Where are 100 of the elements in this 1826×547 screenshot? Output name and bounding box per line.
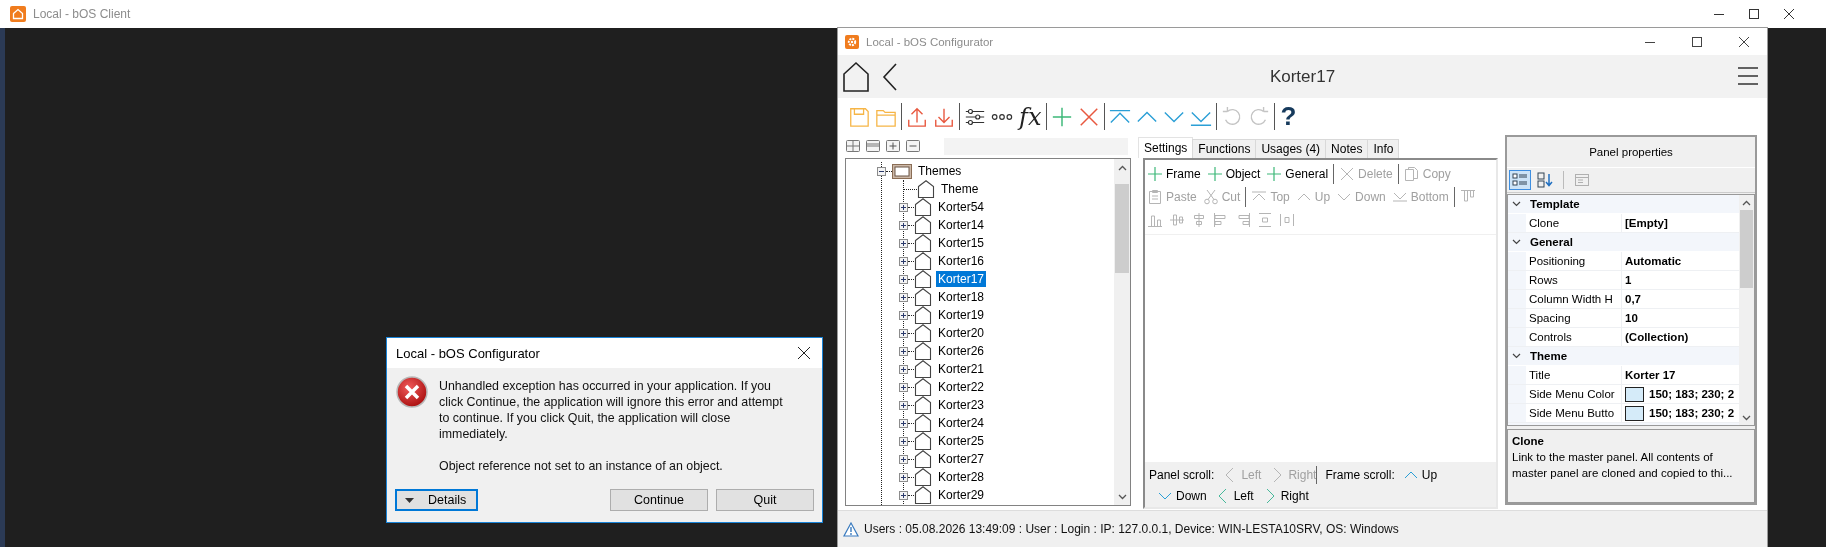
collapse-all-button[interactable] (866, 139, 880, 153)
expand-toggle[interactable] (899, 400, 908, 410)
expand-toggle[interactable] (899, 256, 908, 266)
tree-item[interactable]: Korter14 (936, 217, 987, 233)
expand-toggle[interactable] (899, 292, 908, 302)
tree-item[interactable]: Korter23 (936, 397, 987, 413)
description-title: Clone (1512, 434, 1545, 449)
expand-toggle[interactable] (877, 166, 886, 176)
house-icon (914, 198, 932, 216)
tree-item[interactable]: Korter22 (936, 379, 987, 395)
add-button[interactable]: Frame (1147, 165, 1201, 182)
expand-toggle[interactable] (899, 346, 908, 356)
tree-item[interactable]: Korter18 (936, 289, 987, 305)
expand-toggle[interactable] (899, 454, 908, 464)
expand-all-button[interactable] (846, 139, 860, 153)
property-name: Controls (1526, 328, 1622, 346)
scrollbar-thumb[interactable] (1115, 184, 1129, 273)
plus-icon (899, 490, 908, 500)
scroll-down-icon (1117, 493, 1127, 500)
house-icon (917, 180, 935, 198)
add-button[interactable]: Object (1206, 165, 1261, 182)
plus-icon (1206, 165, 1223, 182)
maximize-icon (1748, 9, 1759, 19)
house-icon (914, 414, 932, 432)
scissors-icon (1202, 188, 1219, 205)
expand-toggle[interactable] (899, 310, 908, 320)
tree-item[interactable]: Korter25 (936, 433, 987, 449)
tree-item[interactable]: Korter20 (936, 325, 987, 341)
tree-item[interactable]: Korter27 (936, 451, 987, 467)
expand-button[interactable] (886, 139, 900, 153)
alphabetical-view-button[interactable] (1534, 170, 1556, 190)
scroll-right-button[interactable]: Right (1261, 488, 1309, 504)
align-left-icon (1213, 211, 1229, 228)
menu-icon (1737, 64, 1759, 87)
scroll-move-down-button[interactable]: Down (1157, 488, 1207, 504)
expand-toggle[interactable] (899, 328, 908, 338)
tab[interactable]: Notes (1325, 139, 1369, 158)
tree-item[interactable]: Korter29 (936, 487, 987, 503)
expand-toggle[interactable] (899, 436, 908, 446)
dialog-button[interactable]: Quit (716, 489, 814, 511)
expand-toggle[interactable] (899, 490, 908, 500)
function-button[interactable]: fx (1017, 103, 1044, 130)
error-detail: Object reference not set to an instance of an object. (439, 458, 724, 474)
tree-item[interactable]: Korter28 (936, 469, 987, 485)
chevron-icon (1512, 201, 1521, 207)
expand-toggle[interactable] (899, 202, 908, 212)
scrollbar-thumb[interactable] (1740, 210, 1753, 288)
plus-icon (899, 418, 908, 428)
plus-icon (899, 220, 908, 230)
details-button[interactable]: Details (395, 489, 478, 511)
property-value[interactable]: 1 (1625, 274, 1632, 286)
tree-item[interactable]: Korter24 (936, 415, 987, 431)
scroll-move-up-button[interactable]: Up (1402, 467, 1438, 483)
home-button[interactable] (842, 60, 870, 93)
categorized-view-button[interactable] (1509, 170, 1531, 190)
align-middle-icon (1169, 211, 1185, 228)
add-button[interactable]: General (1266, 165, 1329, 182)
gear-icon (845, 34, 859, 49)
tree-item[interactable]: Korter26 (936, 343, 987, 359)
expand-icon (886, 139, 900, 153)
dialog-button[interactable]: Continue (610, 489, 708, 511)
expand-toggle[interactable] (899, 472, 908, 482)
tab[interactable]: Info (1367, 139, 1400, 158)
expand-toggle[interactable] (899, 418, 908, 428)
tree-item[interactable]: Korter17 (936, 271, 987, 287)
property-name: Clone (1526, 214, 1622, 232)
scroll-left-button[interactable]: Left (1214, 488, 1254, 504)
tab[interactable]: Settings (1138, 137, 1194, 158)
help-button[interactable]: ? (1278, 103, 1299, 130)
move-bottom-icon (1391, 191, 1408, 202)
tree-item[interactable]: Themes (916, 163, 964, 179)
tab[interactable]: Usages (4) (1255, 139, 1327, 158)
cross-icon (1339, 165, 1356, 182)
tab[interactable]: Functions (1192, 139, 1257, 158)
expand-toggle[interactable] (899, 382, 908, 392)
house-icon (914, 324, 932, 342)
window-title: Local - bOS Client (33, 7, 131, 21)
expand-toggle[interactable] (899, 274, 908, 284)
maximize-icon (1691, 36, 1702, 47)
property-value[interactable]: 0,7 (1625, 293, 1641, 305)
tree-item[interactable]: Korter16 (936, 253, 987, 269)
plus-icon (899, 238, 908, 248)
description-text: Link to the master panel. All contents of master panel are cloned and copied to thi... (1512, 450, 1734, 481)
close-icon (1783, 9, 1794, 19)
tree-item[interactable]: Korter15 (936, 235, 987, 251)
tree-item[interactable]: Korter54 (936, 199, 987, 215)
upload-icon (906, 105, 928, 128)
expand-toggle[interactable] (899, 238, 908, 248)
tree-item[interactable]: Korter19 (936, 307, 987, 323)
property-value[interactable]: 10 (1625, 312, 1638, 324)
collapse-button[interactable] (906, 139, 920, 153)
property-name: Rows (1526, 271, 1622, 289)
property-name: Title (1526, 366, 1622, 384)
sort-icon (1537, 172, 1553, 188)
close-icon (798, 347, 810, 359)
tree-item[interactable]: Theme (939, 181, 981, 197)
expand-toggle[interactable] (899, 220, 908, 230)
minus-icon (877, 166, 886, 176)
tree-item[interactable]: Korter21 (936, 361, 987, 377)
expand-toggle[interactable] (899, 364, 908, 374)
